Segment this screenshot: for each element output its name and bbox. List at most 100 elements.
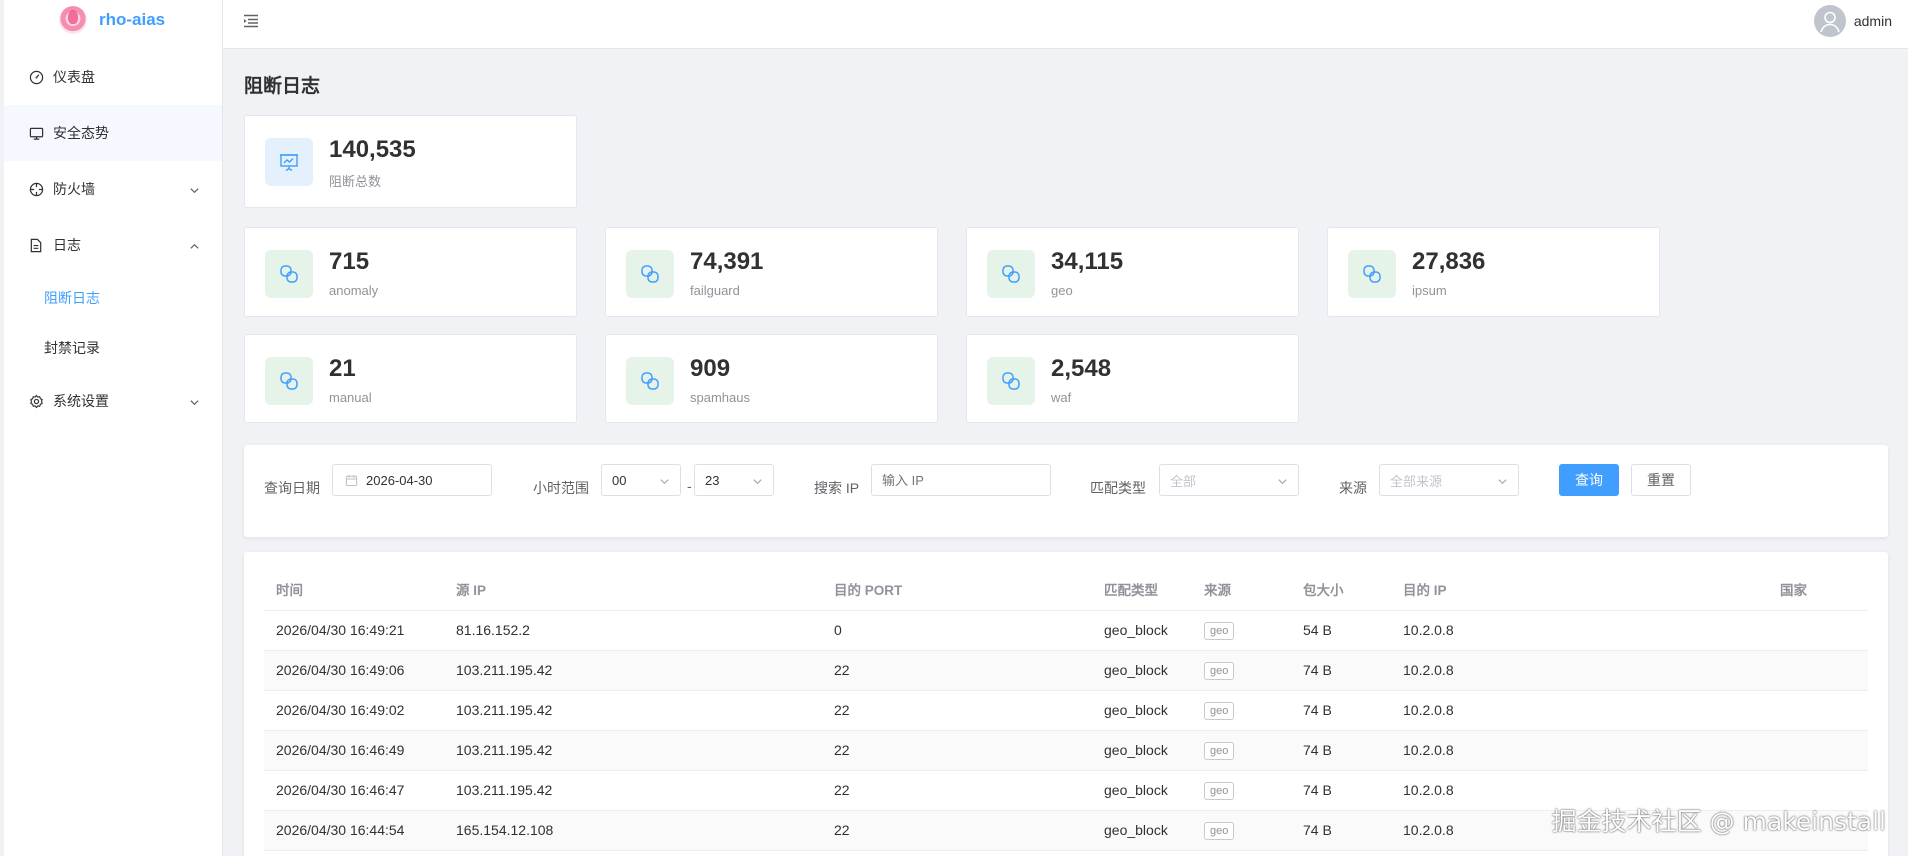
source-tag: geo bbox=[1204, 741, 1235, 760]
col-country[interactable]: 国家 bbox=[1768, 552, 1868, 611]
source-select[interactable]: 全部来源 bbox=[1379, 464, 1519, 496]
cell-source: geo bbox=[1192, 730, 1291, 771]
cell-match-type: geo_block bbox=[1092, 690, 1192, 731]
hour-start-select[interactable]: 00 bbox=[601, 464, 681, 496]
date-label: 查询日期 bbox=[264, 480, 320, 496]
main-content: 阻断日志 140,535 阻断总数 715 anomaly 74,391 fai… bbox=[223, 49, 1908, 856]
sidebar-subitem-label: 封禁记录 bbox=[44, 340, 100, 356]
stat-label: spamhaus bbox=[690, 390, 750, 405]
cell-source-ip: 165.154.12.108 bbox=[444, 810, 822, 851]
col-time[interactable]: 时间 bbox=[264, 552, 444, 611]
sidebar-item-dashboard[interactable]: 仪表盘 bbox=[4, 49, 222, 105]
cell-dest-port: 0 bbox=[822, 610, 1092, 651]
cell-packet-size: 74 B bbox=[1291, 690, 1391, 731]
cell-time: 2026/04/30 16:49:02 bbox=[264, 690, 444, 731]
source-tag: geo bbox=[1204, 661, 1235, 680]
cell-match-type: geo_block bbox=[1092, 610, 1192, 651]
sidebar-item-firewall[interactable]: 防火墙 bbox=[4, 161, 222, 217]
cell-dest-port: 22 bbox=[822, 770, 1092, 811]
source-tag: geo bbox=[1204, 821, 1235, 840]
stat-value: 21 bbox=[329, 355, 356, 382]
col-match-type[interactable]: 匹配类型 bbox=[1092, 552, 1192, 611]
cell-packet-size: 74 B bbox=[1291, 770, 1391, 811]
col-dest-port[interactable]: 目的 PORT bbox=[822, 552, 1092, 611]
cell-country bbox=[1768, 610, 1868, 651]
gear-icon bbox=[28, 393, 44, 409]
link-icon bbox=[626, 250, 674, 298]
table-row[interactable]: 2026/04/30 16:49:21 81.16.152.2 0 geo_bl… bbox=[264, 610, 1868, 651]
stat-label: geo bbox=[1051, 283, 1073, 298]
hour-start-value: 00 bbox=[612, 472, 627, 488]
sidebar-item-logs[interactable]: 日志 bbox=[4, 217, 222, 273]
table-row[interactable]: 2026/04/30 16:49:02 103.211.195.42 22 ge… bbox=[264, 690, 1868, 731]
sidebar-item-label: 日志 bbox=[53, 237, 81, 253]
stat-value: 909 bbox=[690, 355, 731, 382]
cell-source: geo bbox=[1192, 810, 1291, 851]
cell-source: geo bbox=[1192, 690, 1291, 731]
top-header: admin bbox=[223, 0, 1908, 49]
sidebar-subitem-block-log[interactable]: 阻断日志 bbox=[4, 273, 222, 323]
stat-card-manual: 21 manual bbox=[244, 334, 577, 423]
table-row[interactable]: 2026/04/30 16:49:06 103.211.195.42 22 ge… bbox=[264, 650, 1868, 691]
stat-value: 140,535 bbox=[329, 136, 416, 163]
source-label: 来源 bbox=[1339, 480, 1367, 496]
reset-button[interactable]: 重置 bbox=[1631, 464, 1691, 496]
ip-search-input[interactable] bbox=[871, 464, 1051, 496]
table-row[interactable]: 2026/04/30 16:46:49 103.211.195.42 22 ge… bbox=[264, 730, 1868, 771]
sidebar-item-security-posture[interactable]: 安全态势 bbox=[4, 105, 222, 161]
cell-dest-ip: 10.2.0.8 bbox=[1391, 730, 1768, 771]
match-type-select[interactable]: 全部 bbox=[1159, 464, 1299, 496]
hour-range-label: 小时范围 bbox=[533, 480, 589, 496]
sidebar-item-label: 系统设置 bbox=[53, 393, 109, 409]
stat-card-ipsum: 27,836 ipsum bbox=[1327, 227, 1660, 317]
cell-source-ip: 103.211.195.42 bbox=[444, 730, 822, 771]
crosshair-icon bbox=[28, 181, 44, 197]
cell-source-ip: 103.211.195.42 bbox=[444, 690, 822, 731]
page-title: 阻断日志 bbox=[244, 76, 321, 97]
calendar-icon bbox=[345, 474, 358, 487]
cell-time: 2026/04/30 16:49:21 bbox=[264, 610, 444, 651]
cell-source: geo bbox=[1192, 650, 1291, 691]
user-menu[interactable]: admin bbox=[1813, 5, 1892, 37]
collapse-menu-icon[interactable] bbox=[243, 14, 259, 28]
col-source-ip[interactable]: 源 IP bbox=[444, 552, 822, 611]
cell-country bbox=[1768, 690, 1868, 731]
stat-card-total: 140,535 阻断总数 bbox=[244, 115, 577, 208]
link-icon bbox=[265, 357, 313, 405]
logo-mark-icon bbox=[59, 6, 87, 34]
cell-match-type: geo_block bbox=[1092, 810, 1192, 851]
date-value: 2026-04-30 bbox=[366, 472, 433, 488]
stat-value: 34,115 bbox=[1051, 248, 1124, 275]
logo[interactable]: rho-aias bbox=[4, 0, 222, 40]
watermark: 掘金技术社区 @ makeinstall bbox=[1551, 807, 1886, 836]
col-packet-size[interactable]: 包大小 bbox=[1291, 552, 1391, 611]
cell-match-type: geo_block bbox=[1092, 730, 1192, 771]
cell-dest-port: 22 bbox=[822, 690, 1092, 731]
stat-value: 74,391 bbox=[690, 248, 764, 275]
avatar bbox=[1813, 5, 1846, 37]
cell-match-type: geo_block bbox=[1092, 770, 1192, 811]
col-source[interactable]: 来源 bbox=[1192, 552, 1291, 611]
col-dest-ip[interactable]: 目的 IP bbox=[1391, 552, 1768, 611]
cell-dest-port: 22 bbox=[822, 650, 1092, 691]
date-picker[interactable]: 2026-04-30 bbox=[332, 464, 492, 496]
cell-match-type: geo_block bbox=[1092, 650, 1192, 691]
stat-card-waf: 2,548 waf bbox=[966, 334, 1299, 423]
cell-dest-ip: 10.2.0.8 bbox=[1391, 690, 1768, 731]
cell-source: geo bbox=[1192, 770, 1291, 811]
chevron-down-icon bbox=[1497, 475, 1508, 490]
chevron-down-icon bbox=[189, 183, 200, 199]
sidebar-item-system-settings[interactable]: 系统设置 bbox=[4, 373, 222, 429]
stat-label: waf bbox=[1051, 390, 1072, 405]
document-icon bbox=[28, 237, 44, 253]
stat-value: 2,548 bbox=[1051, 355, 1112, 382]
cell-time: 2026/04/30 16:46:47 bbox=[264, 770, 444, 811]
sidebar-subitem-ban-records[interactable]: 封禁记录 bbox=[4, 323, 222, 373]
cell-country bbox=[1768, 650, 1868, 691]
hour-end-select[interactable]: 23 bbox=[694, 464, 774, 496]
search-button[interactable]: 查询 bbox=[1559, 464, 1619, 496]
cell-dest-port: 22 bbox=[822, 810, 1092, 851]
cell-source-ip: 81.16.152.2 bbox=[444, 610, 822, 651]
link-icon bbox=[1348, 250, 1396, 298]
table-header-row: 时间 源 IP 目的 PORT 匹配类型 来源 包大小 目的 IP 国家 bbox=[264, 552, 1868, 611]
